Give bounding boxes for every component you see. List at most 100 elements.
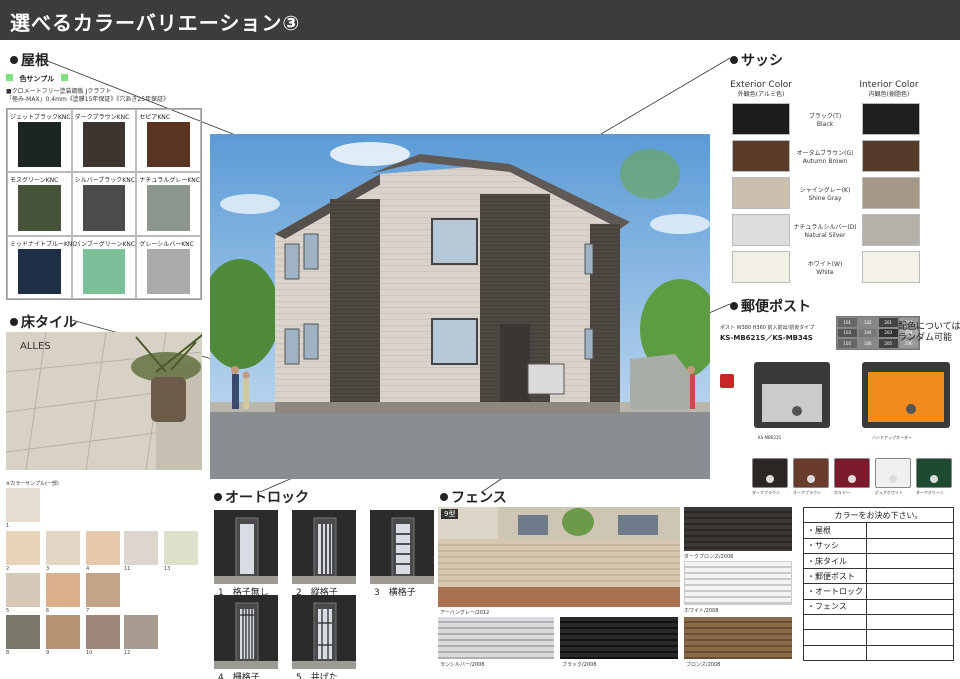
mailbox-grid-cell: 104	[857, 327, 878, 339]
autolock-door-image[interactable]	[214, 595, 278, 669]
mailbox-color-variant[interactable]	[916, 458, 952, 488]
autolock-door-image[interactable]	[292, 510, 356, 584]
floor-tile-swatch[interactable]	[86, 573, 120, 607]
selection-choice-cell[interactable]	[866, 629, 954, 646]
roof-color-swatch[interactable]	[82, 122, 126, 168]
floor-tile-swatch[interactable]	[46, 615, 80, 649]
selection-table-header: カラーをお決め下さい。	[803, 506, 954, 524]
selection-choice-cell[interactable]	[866, 644, 954, 661]
mailbox-grid-cell: 102	[857, 317, 878, 328]
roof-color-swatch[interactable]	[18, 122, 61, 168]
mailbox-variant-label: ボルドー	[834, 490, 850, 495]
fence-photo-main: 9型	[438, 507, 680, 607]
floor-tile-swatch[interactable]	[6, 615, 40, 649]
roof-color-swatch[interactable]	[18, 248, 61, 294]
roof-color-cell[interactable]: ダークブラウンKNC	[71, 109, 137, 173]
autolock-door-image[interactable]	[292, 595, 356, 669]
roof-color-swatch[interactable]	[147, 248, 190, 294]
roof-header: 色サンプル ■クロメートフリー塗装鋼板 Jクラフト 「極み-MAX」0.4mm《…	[6, 74, 206, 104]
roof-color-cell[interactable]: バンブーグリーンKNC	[71, 235, 137, 299]
mailbox-color-variant[interactable]	[875, 458, 911, 488]
roof-color-label: モスグリーンKNC	[10, 177, 59, 185]
roof-color-cell[interactable]: ミッドナイトブルーKNC	[7, 235, 77, 299]
floor-tile-swatch[interactable]	[86, 615, 120, 649]
mailbox-spec: ポスト W380 H360 前入前出/前後タイプ	[720, 325, 815, 331]
sash-exterior-swatch[interactable]	[732, 103, 790, 135]
selection-choice-cell[interactable]	[866, 537, 954, 554]
selection-table-row: ・郵便ポスト	[803, 568, 954, 585]
sash-interior-swatch[interactable]	[862, 214, 920, 246]
sash-color-jp: ナチュラルシルバー(D)	[793, 224, 857, 231]
floor-tile-number: 4	[86, 566, 90, 572]
selection-choice-cell[interactable]	[866, 614, 954, 631]
sash-interior-swatch[interactable]	[862, 103, 920, 135]
fence-sample-bronze	[684, 617, 792, 659]
sash-exterior-label: Exterior Color	[730, 80, 792, 90]
mailbox-models: KS-MB621S／KS-MB34S	[720, 334, 813, 342]
floor-tile-swatch[interactable]	[46, 573, 80, 607]
sash-exterior-swatch[interactable]	[732, 177, 790, 209]
fence-sample-run-silver	[438, 617, 554, 659]
floor-tile-swatch[interactable]	[6, 573, 40, 607]
roof-color-swatch[interactable]	[147, 185, 190, 231]
roof-color-cell[interactable]: シルバーブラックKNC	[71, 172, 137, 236]
mailbox-logo-icon	[720, 374, 734, 388]
floor-tile-swatch[interactable]	[6, 531, 40, 565]
mailbox-grid-cell: 201	[878, 317, 899, 328]
roof-color-label: セピアKNC	[139, 114, 170, 121]
mailbox-color-variant[interactable]	[834, 458, 870, 488]
house-image	[210, 134, 710, 479]
selection-choice-cell[interactable]	[866, 583, 954, 600]
sash-color-label: ナチュラルシルバー(D) Natural Silver	[790, 224, 860, 240]
floor-tile-swatch[interactable]	[86, 531, 120, 565]
roof-color-swatch[interactable]	[82, 248, 126, 294]
selection-item-label: ・屋根	[803, 522, 867, 539]
roof-color-cell[interactable]: セピアKNC	[136, 109, 201, 173]
mailbox-1-image	[754, 362, 830, 428]
sash-color-en: Autumn Brown	[802, 158, 848, 165]
mailbox-color-variant[interactable]	[793, 458, 829, 488]
sash-interior-swatch[interactable]	[862, 177, 920, 209]
roof-color-label: シルバーブラックKNC	[74, 177, 135, 185]
mailbox-color-variant[interactable]	[752, 458, 788, 488]
roof-color-cell[interactable]: ジェットブラックKNC	[7, 109, 72, 173]
floor-tile-swatch[interactable]	[6, 488, 40, 522]
roof-color-swatch[interactable]	[147, 122, 190, 168]
sash-interior-swatch[interactable]	[862, 251, 920, 283]
sash-exterior-swatch[interactable]	[732, 251, 790, 283]
autolock-door-caption: 4 柵格子	[218, 673, 260, 679]
autolock-door-image[interactable]	[214, 510, 278, 584]
roof-color-cell[interactable]: モスグリーンKNC	[7, 172, 72, 236]
roof-color-cell[interactable]: グレーシルバーKNC	[136, 235, 201, 299]
sash-exterior-swatch[interactable]	[732, 214, 790, 246]
floor-tile-number: 6	[46, 608, 50, 614]
selection-choice-cell[interactable]	[866, 522, 954, 539]
floor-tile-swatch[interactable]	[46, 531, 80, 565]
floor-tile-swatch[interactable]	[124, 615, 158, 649]
floor-tile-number: 2	[6, 566, 10, 572]
floor-tile-swatch[interactable]	[124, 531, 158, 565]
autolock-door-caption: 5 井げた	[296, 673, 338, 679]
mailbox-grid-cell: 103	[837, 327, 858, 339]
selection-choice-cell[interactable]	[866, 598, 954, 616]
sash-exterior-swatch[interactable]	[732, 140, 790, 172]
roof-color-label: ジェットブラックKNC	[10, 114, 71, 121]
mailbox-variant-label: ダークブラウン	[752, 490, 780, 495]
floor-tile-number: 9	[46, 650, 50, 656]
roof-color-swatch[interactable]	[82, 185, 126, 231]
house-render	[210, 134, 710, 479]
sash-color-jp: ブラック(T)	[808, 113, 842, 120]
roof-sample-label: 色サンプル	[19, 75, 55, 83]
roof-color-label: ダークブラウンKNC	[74, 114, 130, 121]
sash-interior-swatch[interactable]	[862, 140, 920, 172]
floor-tile-swatch[interactable]	[164, 531, 198, 565]
mailbox-2-image	[862, 362, 950, 428]
selection-choice-cell[interactable]	[866, 552, 954, 570]
autolock-door-image[interactable]	[370, 510, 434, 584]
roof-color-swatch[interactable]	[18, 185, 61, 231]
floor-tile-number: 7	[86, 608, 90, 614]
mailbox-note-line2: ランダム可能	[898, 333, 953, 343]
mailbox-variant-label: オークブラウン	[793, 490, 821, 495]
selection-choice-cell[interactable]	[866, 568, 954, 585]
roof-color-cell[interactable]: ナチュラルグレーKNC	[136, 172, 201, 236]
